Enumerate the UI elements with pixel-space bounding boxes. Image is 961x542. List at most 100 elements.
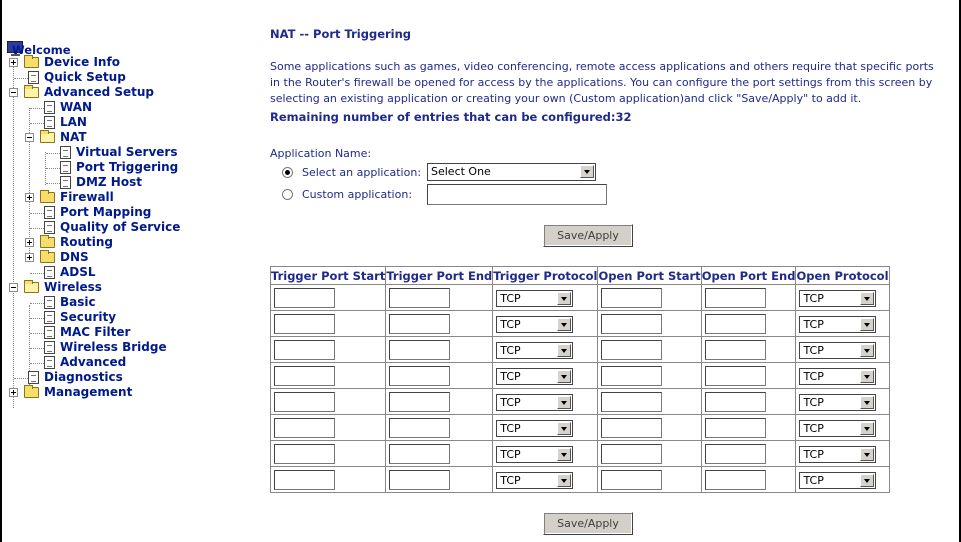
tree-line [30,363,44,364]
dropdown-arrow-icon[interactable] [557,448,572,461]
folder-icon [40,250,55,263]
dropdown-arrow-icon[interactable] [860,474,875,487]
tree-line [30,318,44,319]
open-protocol-select[interactable]: TCP [799,472,877,489]
open-port-start-input[interactable] [601,288,663,308]
custom-application-input[interactable] [427,184,607,205]
expand-plus-icon[interactable] [9,388,18,397]
trigger-port-end-input[interactable] [389,314,451,334]
custom-application-radio[interactable] [282,189,293,200]
trigger-port-end-input[interactable] [389,366,451,386]
open-port-start-input[interactable] [601,340,663,360]
trigger-protocol-select[interactable]: TCP [496,342,574,359]
select-application-radio[interactable] [282,167,293,178]
table-cell: TCP [795,284,890,311]
expand-plus-icon[interactable] [25,253,34,262]
open-protocol-select[interactable]: TCP [799,420,877,437]
expand-plus-icon[interactable] [25,238,34,247]
dropdown-arrow-icon[interactable] [557,396,572,409]
trigger-port-end-input[interactable] [389,470,451,490]
application-select-value: Select One [431,165,491,178]
table-cell [700,440,797,467]
save-apply-button-bottom[interactable]: Save/Apply [543,512,633,535]
open-protocol-select[interactable]: TCP [799,394,877,411]
table-row: TCP TCP [269,362,890,389]
open-port-start-input[interactable] [601,314,663,334]
collapse-minus-icon[interactable] [9,283,18,292]
open-port-end-input[interactable] [704,392,766,412]
trigger-port-end-input[interactable] [389,340,451,360]
tree-line [30,213,44,214]
dropdown-arrow-icon[interactable] [557,344,572,357]
open-protocol-select[interactable]: TCP [799,368,877,385]
dropdown-arrow-icon[interactable] [580,165,594,178]
open-protocol-select[interactable]: TCP [799,316,877,333]
open-port-end-input[interactable] [704,340,766,360]
open-port-end-input[interactable] [704,314,766,334]
collapse-minus-icon[interactable] [9,88,18,97]
open-port-end-input[interactable] [704,418,766,438]
trigger-port-start-input[interactable] [274,470,335,490]
table-cell [597,440,702,467]
open-port-end-input[interactable] [704,444,766,464]
trigger-port-start-input[interactable] [274,418,335,438]
trigger-port-start-input[interactable] [274,366,335,386]
trigger-protocol-select[interactable]: TCP [496,290,574,307]
open-port-start-input[interactable] [601,470,663,490]
dropdown-arrow-icon[interactable] [557,474,572,487]
dropdown-arrow-icon[interactable] [557,318,572,331]
open-port-start-input[interactable] [601,418,663,438]
trigger-protocol-select[interactable]: TCP [496,472,574,489]
dropdown-arrow-icon[interactable] [860,370,875,383]
open-port-start-input[interactable] [601,392,663,412]
application-select[interactable]: Select One [427,163,596,181]
open-port-start-input[interactable] [601,444,663,464]
open-port-start-input[interactable] [601,366,663,386]
dropdown-arrow-icon[interactable] [557,370,572,383]
trigger-port-end-input[interactable] [389,392,451,412]
open-port-end-input[interactable] [704,366,766,386]
table-cell [597,284,702,311]
trigger-port-start-input[interactable] [274,340,335,360]
dropdown-arrow-icon[interactable] [860,396,875,409]
open-port-end-input[interactable] [704,288,766,308]
page-icon [44,356,55,369]
trigger-protocol-select[interactable]: TCP [496,316,574,333]
trigger-protocol-select[interactable]: TCP [496,446,574,463]
table-row: TCP TCP [269,310,890,337]
save-apply-button-top[interactable]: Save/Apply [543,224,633,247]
trigger-port-start-input[interactable] [274,314,335,334]
table-cell [269,466,387,493]
trigger-port-end-input[interactable] [389,418,451,438]
dropdown-arrow-icon[interactable] [557,292,572,305]
table-cell [597,388,702,415]
expand-plus-icon[interactable] [9,58,18,67]
dropdown-arrow-icon[interactable] [557,422,572,435]
dropdown-arrow-icon[interactable] [860,422,875,435]
dropdown-arrow-icon[interactable] [860,448,875,461]
trigger-port-start-input[interactable] [274,444,335,464]
open-protocol-select[interactable]: TCP [799,290,877,307]
protocol-value: TCP [803,370,824,383]
open-port-end-input[interactable] [704,470,766,490]
page-icon [28,371,39,384]
trigger-protocol-select[interactable]: TCP [496,394,574,411]
dropdown-arrow-icon[interactable] [860,344,875,357]
protocol-value: TCP [500,422,521,435]
open-protocol-select[interactable]: TCP [799,342,877,359]
trigger-port-end-input[interactable] [389,444,451,464]
tree-line [46,168,60,169]
table-cell: TCP [492,284,599,311]
trigger-protocol-select[interactable]: TCP [496,420,574,437]
trigger-port-start-input[interactable] [274,392,335,412]
collapse-minus-icon[interactable] [25,133,34,142]
trigger-port-end-input[interactable] [389,288,451,308]
open-protocol-select[interactable]: TCP [799,446,877,463]
expand-plus-icon[interactable] [25,193,34,202]
col-trigger-port-end: Trigger Port End [385,266,494,285]
dropdown-arrow-icon[interactable] [860,318,875,331]
tree-line [30,303,44,304]
trigger-protocol-select[interactable]: TCP [496,368,574,385]
dropdown-arrow-icon[interactable] [860,292,875,305]
trigger-port-start-input[interactable] [274,288,335,308]
